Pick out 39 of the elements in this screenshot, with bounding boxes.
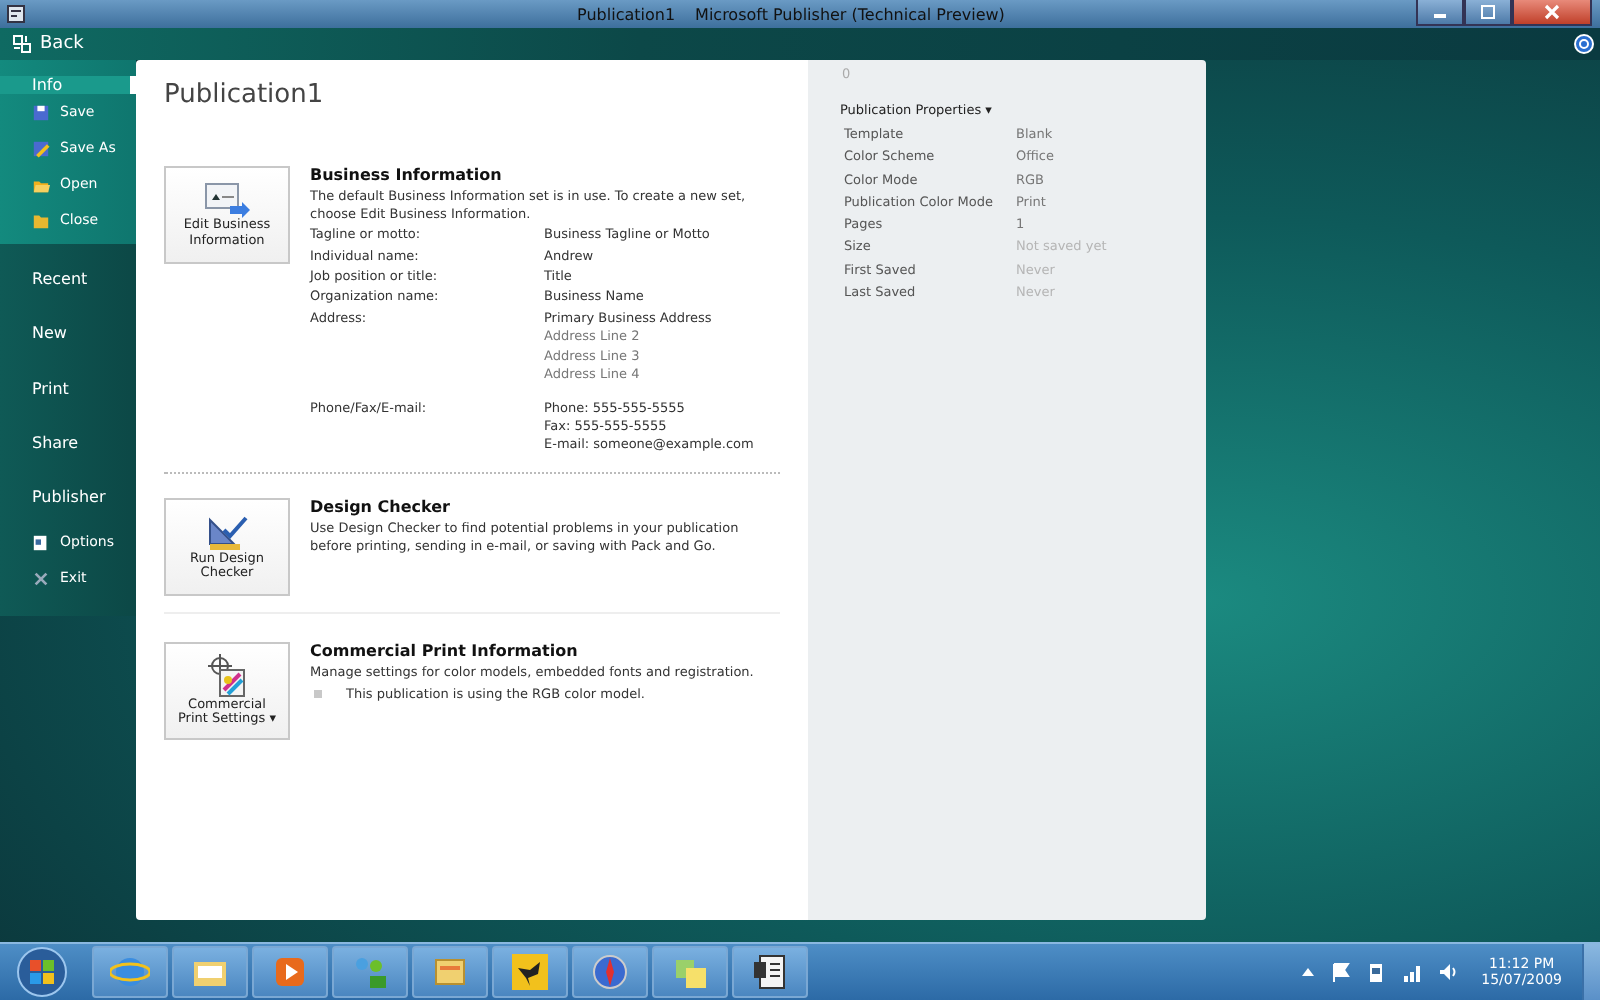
nav-item[interactable]: New <box>0 306 136 361</box>
close-icon <box>1542 4 1562 20</box>
maximize-icon <box>1478 4 1498 20</box>
page-title: Publication1 <box>164 80 326 110</box>
ruler-check-icon <box>203 511 251 552</box>
back-icon <box>12 34 32 54</box>
volume-icon[interactable] <box>1437 962 1458 982</box>
start-button[interactable] <box>12 946 72 998</box>
folder-icon[interactable] <box>172 946 248 998</box>
back-button[interactable]: Back <box>0 28 96 60</box>
document-icon <box>32 533 50 552</box>
show-desktop-button[interactable] <box>1582 944 1600 1000</box>
disk-pen-icon <box>32 139 50 157</box>
app-name: Microsoft Publisher (Technical Preview) <box>695 5 1005 23</box>
signal-icon[interactable] <box>1401 962 1422 982</box>
nav-item[interactable]: Recent <box>0 252 136 307</box>
section-title: Design Checker <box>310 497 452 516</box>
section-title: Business Information <box>310 166 504 184</box>
card-icon <box>203 181 251 218</box>
show-hidden-icons-icon[interactable] <box>1301 966 1314 978</box>
bird-icon[interactable] <box>492 946 568 998</box>
open-folder-icon <box>32 175 50 193</box>
x-icon <box>32 569 50 588</box>
minimize-button[interactable] <box>1416 0 1464 26</box>
help-icon[interactable] <box>1574 34 1594 54</box>
nav-item[interactable]: Print <box>0 360 136 416</box>
nav-item[interactable]: Publisher <box>0 469 136 525</box>
play-icon[interactable] <box>252 946 328 998</box>
flag-icon[interactable] <box>1329 962 1350 982</box>
window-title: Publication1 <box>577 5 676 23</box>
nav-item[interactable]: Share <box>0 415 136 470</box>
section-title: Commercial Print Information <box>310 641 580 660</box>
print-settings-icon <box>203 653 251 698</box>
bullet-icon <box>314 689 322 698</box>
app-icon <box>6 4 26 24</box>
folder-icon <box>32 211 50 229</box>
maximize-button[interactable] <box>1464 0 1512 26</box>
close-button[interactable] <box>1512 0 1592 26</box>
document-icon[interactable] <box>732 946 808 998</box>
